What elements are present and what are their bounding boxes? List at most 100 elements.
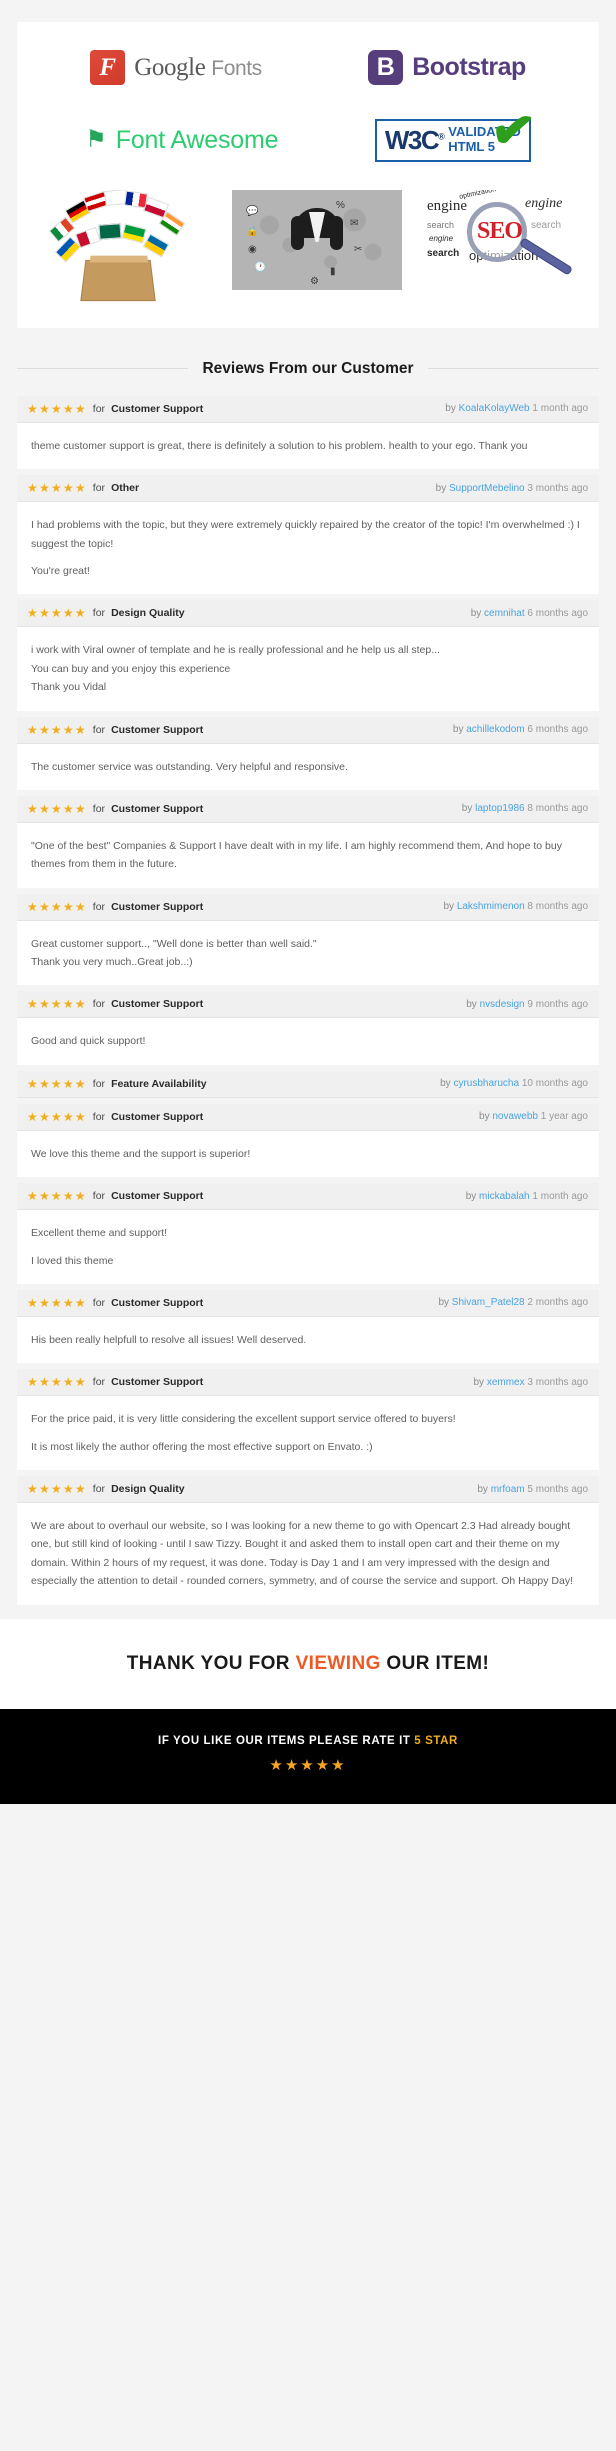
- review-for-label: for: [92, 1190, 106, 1203]
- review-body: theme customer support is great, there i…: [17, 422, 599, 470]
- review-category: Design Quality: [111, 607, 185, 620]
- review-author-link[interactable]: nvsdesign: [480, 999, 525, 1010]
- divider-left: [17, 368, 189, 370]
- review-by-label: by: [440, 1078, 454, 1090]
- review-item: ★★★★★ for Customer Support by novawebb 1 ye…: [17, 1103, 599, 1178]
- review-body: We are about to overhaul our website, so…: [17, 1503, 599, 1605]
- review-author-link[interactable]: Shivam_Patel28: [452, 1297, 525, 1308]
- thank-you-highlight: VIEWING: [295, 1652, 381, 1674]
- review-body: The customer service was outstanding. Ve…: [17, 743, 599, 790]
- review-timestamp: 2 months ago: [524, 1297, 588, 1309]
- review-item: ★★★★★ for Customer Support by laptop1986 8 …: [17, 795, 599, 888]
- review-author-link[interactable]: laptop1986: [475, 803, 525, 814]
- review-meta-right: by cyrusbharucha 10 months ago: [440, 1078, 588, 1089]
- review-category: Customer Support: [111, 1296, 204, 1309]
- review-by-label: by: [466, 998, 480, 1010]
- w3c-mark: W3C®: [385, 127, 445, 153]
- review-by-label: by: [435, 482, 450, 494]
- review-meta-left: ★★★★★ for Customer Support: [27, 1190, 203, 1202]
- reviews-title: Reviews From our Customer: [202, 359, 414, 377]
- review-for-label: for: [92, 482, 106, 495]
- review-paragraph: "One of the best" Companies & Support I …: [31, 839, 562, 871]
- review-author-link[interactable]: novawebb: [492, 1111, 538, 1122]
- google-fonts-icon: F: [90, 50, 126, 85]
- review-category: Customer Support: [111, 723, 204, 736]
- review-header: ★★★★★ for Customer Support by laptop1986 8 …: [17, 795, 599, 823]
- review-paragraph: The customer service was outstanding. Ve…: [31, 760, 348, 773]
- review-for-label: for: [92, 900, 106, 913]
- review-author-link[interactable]: Lakshmimenon: [457, 901, 525, 912]
- review-meta-left: ★★★★★ for Customer Support: [27, 998, 203, 1010]
- review-category: Customer Support: [111, 1190, 204, 1203]
- review-by-label: by: [477, 1483, 491, 1495]
- review-header: ★★★★★ for Customer Support by achillekodom …: [17, 716, 599, 744]
- review-header: ★★★★★ for Other by SupportMebelino 3 months…: [17, 475, 599, 503]
- thank-you-before: THANK YOU FOR: [126, 1652, 296, 1674]
- rate-us-text: IF YOU LIKE OUR ITEMS PLEASE RATE IT 5 S…: [0, 1735, 616, 1747]
- review-author-link[interactable]: mrfoam: [491, 1484, 525, 1495]
- review-by-label: by: [470, 607, 485, 619]
- star-rating-icon: ★★★★★: [27, 1295, 87, 1310]
- review-author-link[interactable]: mickabalah: [479, 1191, 530, 1202]
- review-meta-right: by Shivam_Patel28 2 months ago: [438, 1297, 588, 1308]
- review-author-link[interactable]: cemnihat: [484, 608, 525, 619]
- star-rating-icon: ★★★★★: [27, 1482, 87, 1496]
- font-awesome-label: Font Awesome: [115, 125, 279, 154]
- review-timestamp: 1 month ago: [529, 403, 588, 415]
- star-rating-icon: ★★★★★: [27, 1076, 87, 1091]
- review-item: ★★★★★ for Customer Support by achillekodom …: [17, 716, 599, 790]
- review-meta-left: ★★★★★ for Customer Support: [27, 1376, 203, 1388]
- review-author-link[interactable]: xemmex: [487, 1377, 525, 1388]
- review-paragraph: Great customer support.., "Well done is …: [31, 937, 317, 968]
- review-paragraph: We are about to overhaul our website, so…: [31, 1520, 574, 1588]
- rate-us-highlight: 5 STAR: [414, 1734, 458, 1747]
- bootstrap-logo: B Bootstrap: [368, 50, 526, 85]
- review-author-link[interactable]: achillekodom: [466, 724, 524, 735]
- review-item: ★★★★★ for Feature Availability by cyrusbhar…: [17, 1070, 599, 1098]
- review-paragraph: I had problems with the topic, but they …: [31, 519, 580, 550]
- reviews-title-row: Reviews From our Customer: [17, 360, 599, 378]
- seo-word-search-2: search: [531, 219, 562, 231]
- review-by-label: by: [445, 403, 459, 415]
- review-item: ★★★★★ for Other by SupportMebelino 3 months…: [17, 475, 599, 595]
- review-for-label: for: [92, 1110, 106, 1123]
- review-item: ★★★★★ for Customer Support by nvsdesign 9 m…: [17, 991, 599, 1065]
- google-fonts-label-light: Fonts: [211, 56, 262, 80]
- review-item: ★★★★★ for Customer Support by Lakshmimenon …: [17, 893, 599, 986]
- customer-support-illustration: 💬 🔒 ◉ 🕐 % ✉ ✂ ▮ ⚙: [232, 189, 402, 290]
- review-body: Good and quick support!: [17, 1018, 599, 1065]
- seo-word-search-1: search: [427, 219, 455, 230]
- review-author-link[interactable]: KoalaKolayWeb: [459, 403, 530, 414]
- review-paragraph: You're great!: [31, 565, 90, 577]
- page-root: F Google Fonts B Bootstrap ⚑ Font Awesom…: [0, 22, 616, 2451]
- review-author-link[interactable]: cyrusbharucha: [453, 1078, 519, 1089]
- thank-you-banner: THANK YOU FOR VIEWING OUR ITEM!: [0, 1618, 616, 1709]
- review-for-label: for: [92, 723, 106, 736]
- review-header: ★★★★★ for Feature Availability by cyrusbhar…: [17, 1070, 599, 1098]
- review-category: Feature Availability: [111, 1077, 207, 1090]
- review-meta-left: ★★★★★ for Feature Availability: [27, 1078, 207, 1090]
- review-category: Customer Support: [111, 1110, 204, 1123]
- review-timestamp: 3 months ago: [524, 1376, 588, 1388]
- review-timestamp: 10 months ago: [519, 1078, 588, 1090]
- review-for-label: for: [92, 1296, 106, 1309]
- review-category: Customer Support: [111, 402, 204, 415]
- checkmark-icon: ✔: [487, 99, 539, 163]
- seo-word-seo: SEO: [477, 217, 523, 244]
- review-meta-right: by KoalaKolayWeb 1 month ago: [445, 403, 588, 414]
- google-fonts-label: Google Fonts: [134, 54, 262, 82]
- review-timestamp: 8 months ago: [524, 803, 588, 815]
- star-rating-icon: ★★★★★: [27, 997, 87, 1012]
- review-meta-right: by laptop1986 8 months ago: [462, 803, 588, 814]
- review-paragraph: Excellent theme and support!: [31, 1227, 167, 1240]
- review-for-label: for: [92, 1376, 106, 1389]
- review-meta-left: ★★★★★ for Other: [27, 482, 139, 494]
- review-item: ★★★★★ for Customer Support by mickabalah 1 …: [17, 1183, 599, 1284]
- review-meta-left: ★★★★★ for Customer Support: [27, 1297, 203, 1309]
- review-body: For the price paid, it is very little co…: [17, 1396, 599, 1470]
- review-author-link[interactable]: SupportMebelino: [449, 483, 525, 494]
- review-meta-left: ★★★★★ for Design Quality: [27, 607, 185, 619]
- reviews-section: Reviews From our Customer ★★★★★ for Custom…: [0, 360, 616, 1605]
- review-meta-right: by xemmex 3 months ago: [473, 1377, 588, 1388]
- percent-icon: %: [336, 199, 345, 211]
